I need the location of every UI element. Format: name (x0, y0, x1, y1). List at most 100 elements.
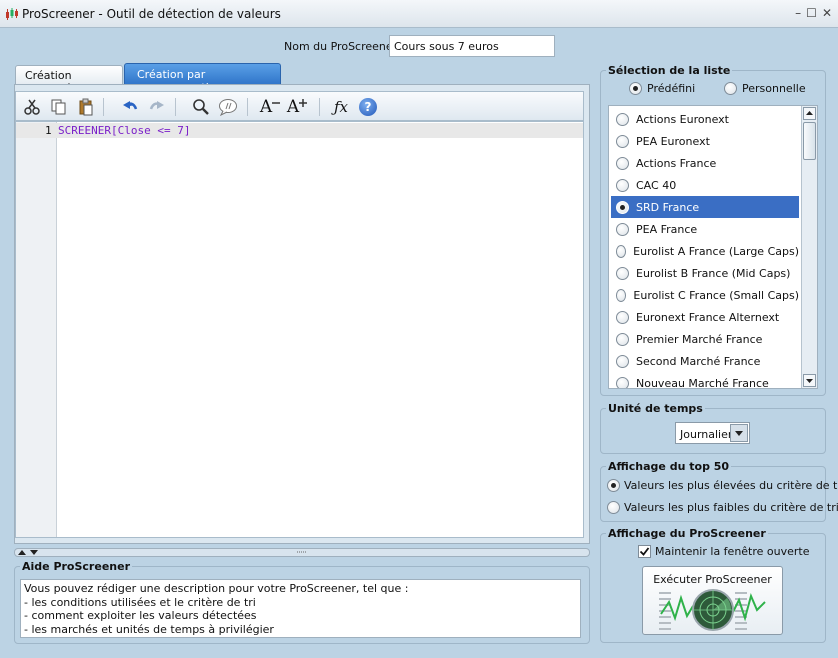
toolbar-separator (175, 98, 176, 116)
copy-icon[interactable] (48, 96, 70, 118)
display-title: Affichage du ProScreener (606, 527, 768, 540)
tab-creation-programmation[interactable]: Création par programmation (124, 63, 281, 94)
radio-icon (616, 112, 629, 126)
radio-icon (616, 288, 627, 302)
list-item[interactable]: PEA Euronext (611, 130, 799, 152)
toolbar-separator (103, 98, 104, 116)
time-unit-value: Journalier (680, 428, 733, 441)
top50-option-label: Valeurs les plus faibles du critère de t… (624, 501, 838, 514)
list-item[interactable]: PEA France (611, 218, 799, 240)
list-item-label: SRD France (636, 200, 700, 214)
checkbox-checked-icon[interactable] (638, 545, 651, 558)
list-item-label: PEA Euronext (636, 134, 710, 148)
font-increase-icon[interactable]: A (286, 96, 308, 118)
editor-toolbar: A A ƒx ? (15, 91, 584, 121)
list-item[interactable]: Nouveau Marché France (611, 372, 799, 389)
undo-icon[interactable] (119, 96, 141, 118)
radio-icon (616, 310, 629, 324)
comment-icon[interactable] (217, 96, 239, 118)
chevron-down-icon[interactable] (730, 424, 748, 442)
radio-icon (607, 501, 620, 514)
redo-icon[interactable] (146, 96, 168, 118)
code-line: SCREENER[Close <= 7] (58, 124, 191, 137)
list-item[interactable]: Eurolist B France (Mid Caps) (611, 262, 799, 284)
radio-icon (616, 244, 627, 258)
list-item[interactable]: CAC 40 (611, 174, 799, 196)
radio-icon (616, 134, 629, 148)
list-item-label: Premier Marché France (636, 332, 763, 346)
radio-icon (724, 82, 737, 95)
radio-icon (616, 156, 629, 170)
list-item[interactable]: SRD France (611, 196, 799, 218)
top50-lowest[interactable]: Valeurs les plus faibles du critère de t… (607, 501, 838, 514)
time-unit-title: Unité de temps (606, 402, 705, 415)
list-selection-title: Sélection de la liste (606, 64, 733, 77)
help-glyph: ? (359, 98, 377, 116)
scroll-up-icon[interactable] (803, 107, 816, 120)
list-item[interactable]: Euronext France Alternext (611, 306, 799, 328)
list-item-label: Second Marché France (636, 354, 761, 368)
list-item[interactable]: Actions France (611, 152, 799, 174)
list-item-label: Eurolist C France (Small Caps) (633, 288, 799, 302)
radio-icon (616, 222, 629, 236)
top50-highest[interactable]: Valeurs les plus élevées du critère de t… (607, 479, 838, 492)
fx-glyph: ƒx (333, 98, 348, 116)
market-list[interactable]: Actions Euronext PEA Euronext Actions Fr… (608, 105, 818, 389)
radio-icon (616, 376, 629, 388)
code-editor[interactable]: 1 SCREENER[Close <= 7] (15, 121, 584, 538)
execute-button-label: Exécuter ProScreener (653, 573, 772, 586)
keep-open-checkbox[interactable]: Maintenir la fenêtre ouverte (638, 545, 810, 558)
top50-title: Affichage du top 50 (606, 460, 732, 473)
maximize-icon[interactable]: ☐ (806, 6, 817, 20)
list-item[interactable]: Second Marché France (611, 350, 799, 372)
mode-personnelle[interactable]: Personnelle (724, 82, 806, 95)
function-icon[interactable]: ƒx (330, 96, 352, 118)
time-unit-select[interactable]: Journalier (675, 422, 750, 444)
scroll-thumb[interactable] (803, 122, 816, 160)
name-label: Nom du ProScreener (284, 40, 398, 53)
font-decrease-icon[interactable]: A (259, 96, 281, 118)
radio-icon (616, 200, 629, 214)
list-item-label: Actions Euronext (636, 112, 729, 126)
help-line: Vous pouvez rédiger une description pour… (24, 582, 409, 595)
font-glyph: A (286, 97, 300, 117)
list-item[interactable]: Actions Euronext (611, 108, 799, 130)
help-icon[interactable]: ? (357, 96, 379, 118)
app-icon (6, 8, 18, 20)
list-item-label: Nouveau Marché France (636, 376, 769, 389)
toolbar-separator (247, 98, 248, 116)
list-item[interactable]: Eurolist C France (Small Caps) (611, 284, 799, 306)
name-input-value: Cours sous 7 euros (394, 40, 499, 53)
line-gutter (16, 122, 57, 537)
search-icon[interactable] (190, 96, 212, 118)
list-item-label: Actions France (636, 156, 717, 170)
paste-icon[interactable] (75, 96, 97, 118)
mode-label: Personnelle (742, 82, 806, 95)
scroll-down-icon[interactable] (803, 374, 816, 387)
mode-predefini[interactable]: Prédéfini (629, 82, 695, 95)
close-icon[interactable]: ✕ (822, 6, 832, 20)
list-scrollbar[interactable] (801, 106, 817, 388)
radio-icon (616, 354, 629, 368)
execute-button[interactable]: Exécuter ProScreener (642, 566, 783, 635)
window-title: ProScreener - Outil de détection de vale… (22, 7, 281, 21)
help-text[interactable]: Vous pouvez rédiger une description pour… (20, 579, 581, 638)
font-glyph: A (259, 97, 273, 117)
list-item-label: Euronext France Alternext (636, 310, 780, 324)
list-item[interactable]: Eurolist A France (Large Caps) (611, 240, 799, 262)
mode-label: Prédéfini (647, 82, 696, 95)
tab-creation-simplifiee[interactable]: Création simplifiée (15, 65, 123, 95)
top50-option-label: Valeurs les plus élevées du critère de t… (624, 479, 838, 492)
radio-icon (616, 178, 629, 192)
splitter[interactable] (14, 548, 590, 557)
splitter-arrows-icon[interactable] (18, 550, 40, 556)
radar-chart-icon (659, 589, 766, 631)
help-line: - les marchés et unités de temps à privi… (24, 622, 274, 636)
title-bar: ProScreener - Outil de détection de vale… (0, 0, 838, 28)
name-input[interactable]: Cours sous 7 euros (389, 35, 555, 57)
cut-icon[interactable] (21, 96, 43, 118)
minimize-icon[interactable]: – (795, 6, 801, 20)
radio-icon (629, 82, 642, 95)
list-item[interactable]: Premier Marché France (611, 328, 799, 350)
help-line: - les conditions utilisées et le critère… (24, 595, 256, 609)
